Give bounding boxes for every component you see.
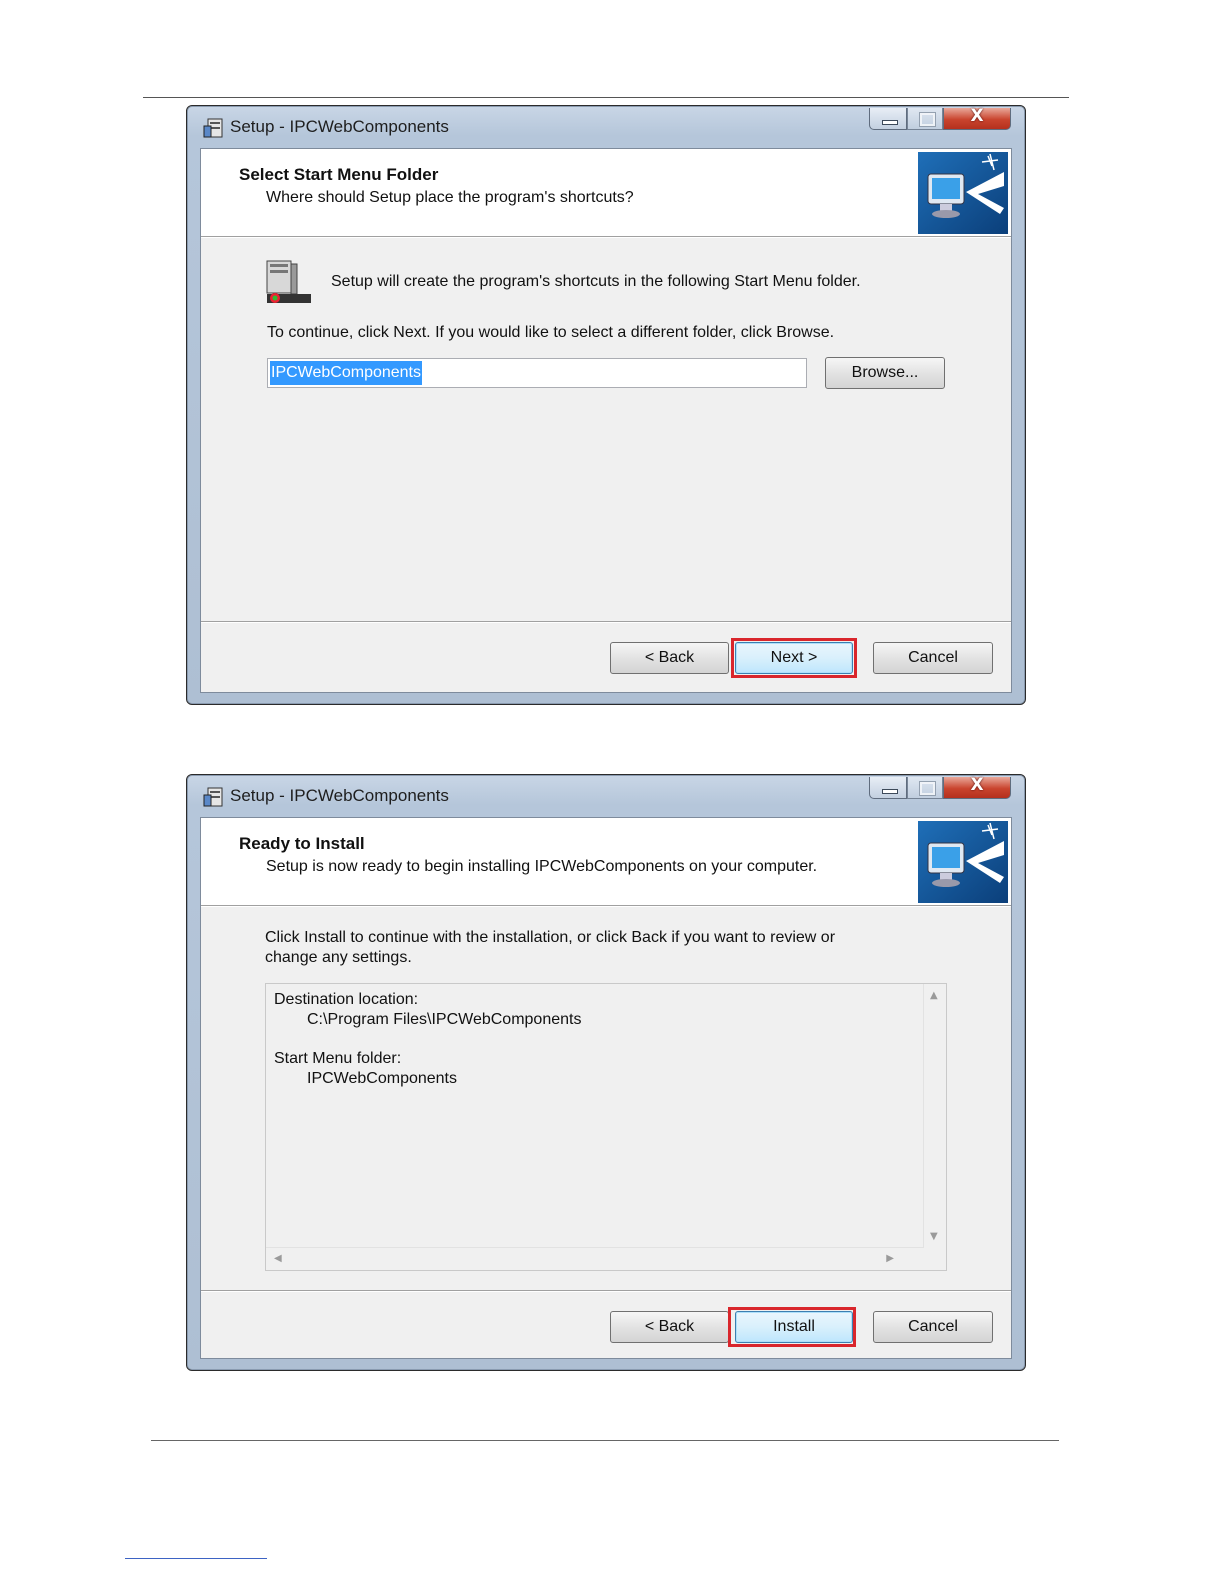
horizontal-scrollbar[interactable]: ◀ ▶ — [266, 1247, 924, 1270]
cancel-button[interactable]: Cancel — [873, 642, 993, 674]
back-button[interactable]: < Back — [610, 642, 729, 674]
maximize-button[interactable] — [907, 777, 943, 799]
window-title: Setup - IPCWebComponents — [230, 117, 449, 136]
scroll-down-icon[interactable]: ▼ — [930, 1231, 938, 1242]
vertical-scrollbar[interactable]: ▲ ▼ — [923, 984, 946, 1248]
dialog-client-area: Select Start Menu Folder Where should Se… — [200, 148, 1012, 693]
wizard-header: Ready to Install Setup is now ready to b… — [201, 818, 1011, 906]
setup-window-select-folder: Setup - IPCWebComponents X Select Start … — [186, 105, 1026, 705]
close-icon: X — [970, 106, 984, 126]
header-rule — [143, 97, 1069, 98]
setup-app-icon — [203, 118, 223, 138]
browse-button[interactable]: Browse... — [825, 357, 945, 389]
setup-app-icon — [203, 787, 223, 807]
maximize-button[interactable] — [907, 108, 943, 130]
page-title: Ready to Install — [239, 834, 365, 853]
install-summary-memo[interactable]: Destination location: C:\Program Files\I… — [265, 983, 947, 1271]
page-subtitle: Setup is now ready to begin installing I… — [266, 858, 818, 875]
instruction-line-1: Click Install to continue with the insta… — [265, 929, 836, 946]
instruction-text: To continue, click Next. If you would li… — [267, 324, 835, 341]
scroll-up-icon[interactable]: ▲ — [930, 990, 938, 1001]
info-text: Setup will create the program's shortcut… — [331, 273, 861, 290]
footer-rule — [151, 1440, 1059, 1441]
setup-window-ready-to-install: Setup - IPCWebComponents X Ready to Inst… — [186, 774, 1026, 1371]
close-button[interactable]: X — [943, 775, 1011, 799]
start-menu-label: Start Menu folder: — [274, 1050, 402, 1067]
computer-wizard-icon — [918, 152, 1008, 234]
start-menu-folder-input[interactable]: IPCWebComponents — [267, 358, 807, 388]
close-button[interactable]: X — [943, 106, 1011, 130]
folder-input-value: IPCWebComponents — [270, 361, 422, 385]
close-icon: X — [970, 775, 984, 795]
start-menu-folder-icon — [266, 260, 311, 303]
start-menu-value: IPCWebComponents — [307, 1070, 457, 1087]
destination-value: C:\Program Files\IPCWebComponents — [307, 1011, 582, 1028]
destination-label: Destination location: — [274, 991, 419, 1008]
bottom-separator — [201, 1290, 1011, 1291]
bottom-separator — [201, 621, 1011, 622]
scroll-left-icon[interactable]: ◀ — [274, 1253, 282, 1264]
footer-link-underline — [125, 1558, 267, 1559]
title-bar[interactable]: Setup - IPCWebComponents X — [187, 775, 1025, 817]
back-button[interactable]: < Back — [610, 1311, 729, 1343]
wizard-header: Select Start Menu Folder Where should Se… — [201, 149, 1011, 237]
scroll-right-icon[interactable]: ▶ — [886, 1253, 894, 1264]
title-bar[interactable]: Setup - IPCWebComponents X — [187, 106, 1025, 148]
cancel-button[interactable]: Cancel — [873, 1311, 993, 1343]
next-button-highlight — [731, 638, 857, 678]
instruction-line-2: change any settings. — [265, 949, 412, 966]
page-subtitle: Where should Setup place the program's s… — [266, 189, 634, 206]
page-title: Select Start Menu Folder — [239, 165, 439, 184]
minimize-button[interactable] — [869, 108, 907, 130]
window-title: Setup - IPCWebComponents — [230, 786, 449, 805]
install-button-highlight — [728, 1307, 856, 1347]
minimize-button[interactable] — [869, 777, 907, 799]
computer-wizard-icon — [918, 821, 1008, 903]
dialog-client-area: Ready to Install Setup is now ready to b… — [200, 817, 1012, 1359]
